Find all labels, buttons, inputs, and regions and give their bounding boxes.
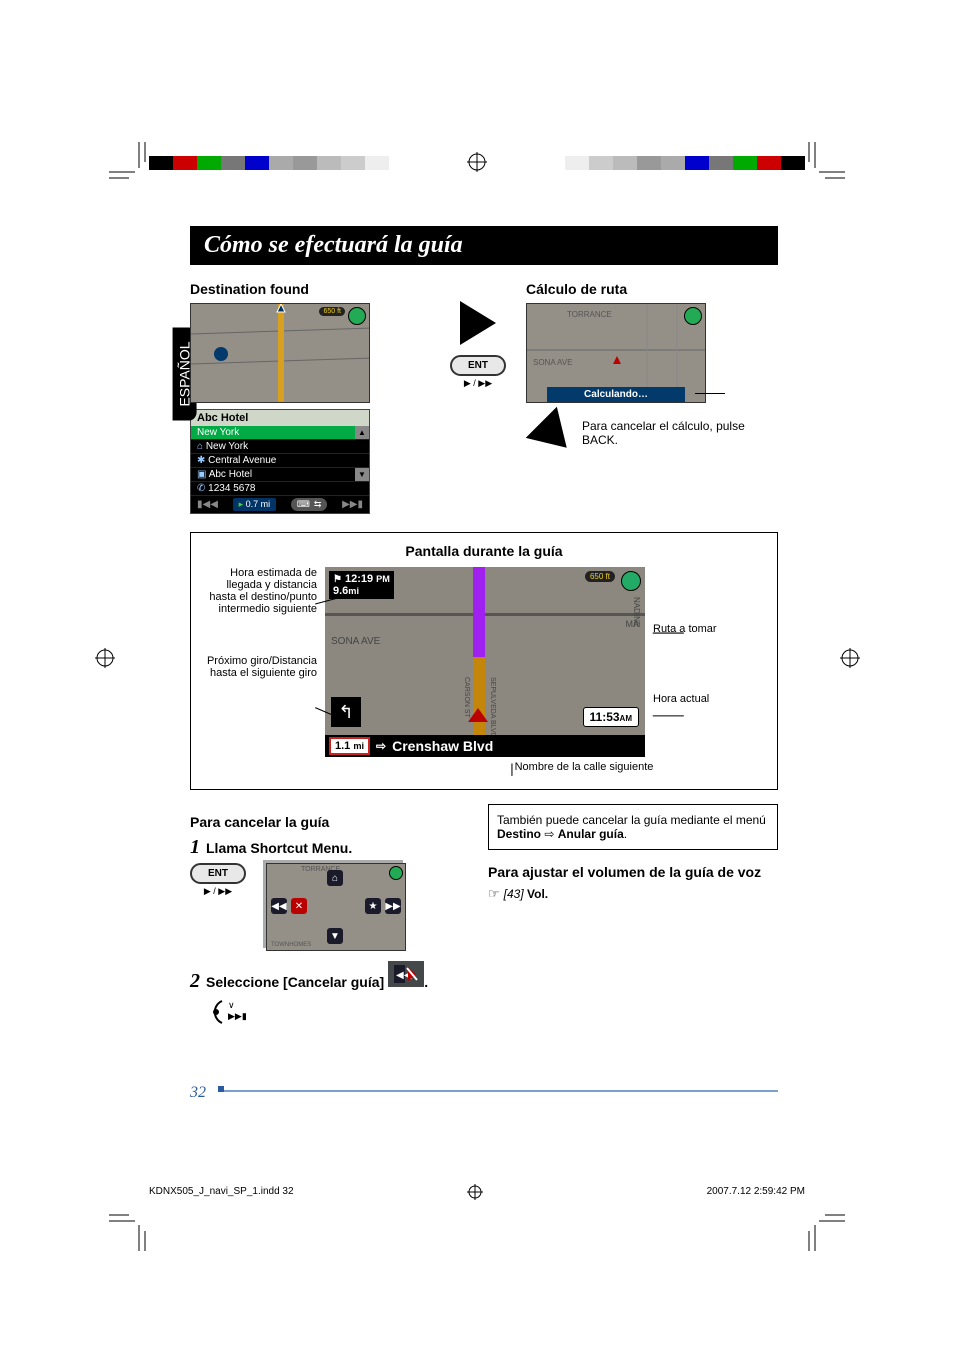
arrow-right-icon <box>460 301 496 345</box>
crop-mark <box>805 1211 845 1251</box>
crop-mark <box>109 1211 149 1251</box>
map-calculating: TORRANCE SONA AVE Calculando… <box>526 303 706 403</box>
calculating-bar: Calculando… <box>547 387 685 402</box>
map-destination-result: 650 ft <box>190 303 370 403</box>
svg-text:∨: ∨ <box>228 1000 235 1010</box>
registration-mark-right <box>840 648 860 668</box>
prev-icon: ▮◀◀ <box>197 499 218 510</box>
ent-button-graphic: ENT ▶ / ▶▶ <box>450 355 506 389</box>
map-text-ma: MA <box>626 619 640 629</box>
heading-route-calc: Cálculo de ruta <box>526 281 778 297</box>
label-next-turn: Próximo giro/Distancia hasta el siguient… <box>201 655 317 679</box>
dest-list-item: ▣ Abc Hotel▼ <box>191 468 369 482</box>
colorbar-right <box>565 156 805 170</box>
heading-volume-adjust: Para ajustar el volumen de la guía de vo… <box>488 864 778 880</box>
dest-list-item: ✆ 1234 5678 <box>191 482 369 496</box>
dest-list-item: ✱ Central Avenue <box>191 454 369 468</box>
hud-eta: ⚑12:19PM 9.6mi <box>329 571 394 599</box>
dest-list-item: ⌂ New York <box>191 440 369 454</box>
hud-clock: 11:53AM <box>583 707 639 727</box>
menu-cancel-icon: ✕ <box>291 898 307 914</box>
registration-mark-left <box>95 648 115 668</box>
footer-timestamp: 2007.7.12 2:59:42 PM <box>707 1186 805 1197</box>
colorbar-left <box>149 156 389 170</box>
hud-bottom-bar: 1.1 mi ⇨ Crenshaw Blvd <box>325 735 645 757</box>
footer-filename: KDNX505_J_navi_SP_1.indd 32 <box>149 1186 294 1197</box>
volume-reference: ☞[43] Vol. <box>488 886 778 902</box>
page-content: ESPAÑOL Cómo se efectuará la guía Destin… <box>190 226 778 1102</box>
menu-home-icon: ⌂ <box>327 870 343 886</box>
pointer-icon: ☞ <box>488 886 500 901</box>
label-clock: Hora actual <box>653 693 735 705</box>
guidance-screen-box: Pantalla durante la guía Hora estimada d… <box>190 532 778 790</box>
keypad-icon: ⌨⇆ <box>291 498 328 511</box>
heading-destination-found: Destination found <box>190 281 430 297</box>
menu-prev-icon: ◀◀ <box>271 898 287 914</box>
heading-cancel-guide: Para cancelar la guía <box>190 814 470 830</box>
info-note-box: También puede cancelar la guía mediante … <box>488 804 778 850</box>
step-2-text: Seleccione [Cancelar guía] <box>206 974 384 990</box>
cancel-guide-icon: ◀◀ <box>388 961 424 987</box>
turn-arrow-icon: ↰ <box>331 697 361 727</box>
map-text-sona: SONA AVE <box>331 637 380 647</box>
car-icon <box>468 708 488 722</box>
shortcut-menu-map: TORRANCE ◀◀ ✕ ★ ▶▶ ⌂ ▼ TOWNHOMES <box>266 863 406 951</box>
next-icon: ▶▶▮ <box>342 499 363 510</box>
scroll-up-icon: ▲ <box>355 426 369 439</box>
dest-list-title: Abc Hotel <box>191 410 369 426</box>
label-route: Ruta a tomar <box>653 623 735 635</box>
scroll-down-icon: ▼ <box>355 468 369 481</box>
guidance-box-title: Pantalla durante la guía <box>201 543 767 559</box>
step-number-2: 2 <box>190 970 200 993</box>
compass-icon <box>389 866 403 880</box>
map-text-sepulveda: SEPULVEDA BLVD <box>489 677 496 738</box>
page-rule-tick <box>218 1086 224 1092</box>
next-street-name: Crenshaw Blvd <box>392 738 493 754</box>
ent-button-graphic: ENT ▶ / ▶▶ <box>190 863 246 897</box>
registration-mark-bottom <box>467 1184 483 1200</box>
label-eta: Hora estimada de llegada y distancia has… <box>201 567 317 615</box>
dest-distance: ▸ 0.7 mi <box>233 498 277 511</box>
label-next-street: Nombre de la calle siguiente <box>401 761 767 773</box>
svg-text:▶▶▮: ▶▶▮ <box>228 1011 247 1021</box>
compass-icon <box>621 571 641 591</box>
jog-dial-icon: ∨▶▶▮ <box>208 997 248 1037</box>
step-1-text: Llama Shortcut Menu. <box>206 840 352 856</box>
registration-mark-top <box>467 152 487 172</box>
menu-down-icon: ▼ <box>327 928 343 944</box>
arrow-down-right-icon <box>526 407 583 464</box>
guidance-map: ⚑12:19PM 9.6mi 650 ft SONA AVE NADINE SE… <box>325 567 645 757</box>
crop-mark <box>109 142 149 182</box>
menu-star-icon: ★ <box>365 898 381 914</box>
menu-next-icon: ▶▶ <box>385 898 401 914</box>
dest-list-item: New York▲ <box>191 426 369 440</box>
page-title: Cómo se efectuará la guía <box>190 226 778 265</box>
page-number: 32 <box>190 1084 206 1102</box>
destination-list: Abc Hotel New York▲ ⌂ New York ✱ Central… <box>190 409 370 514</box>
scale-badge: 650 ft <box>585 571 615 582</box>
page-rule <box>218 1090 778 1092</box>
step-number-1: 1 <box>190 836 200 859</box>
calc-cancel-text: Para cancelar el cálculo, pulse BACK. <box>582 419 778 457</box>
crop-mark <box>805 142 845 182</box>
